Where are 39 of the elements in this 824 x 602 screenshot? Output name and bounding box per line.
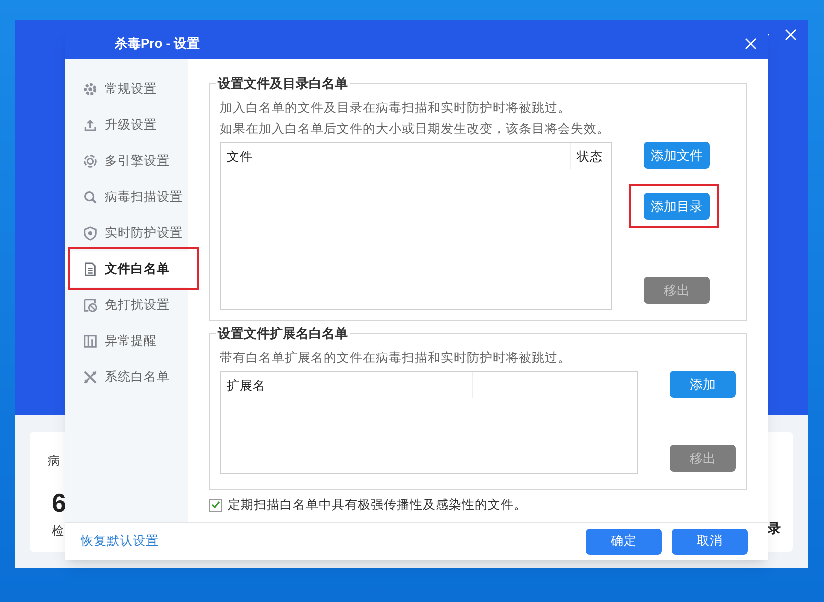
- document-icon: [83, 262, 98, 276]
- section-note: 加入白名单的文件及目录在病毒扫描和实时防护时将被跳过。: [220, 100, 572, 117]
- checkbox[interactable]: [209, 498, 222, 512]
- tools-icon: [83, 370, 98, 384]
- card-label: 病: [48, 453, 60, 470]
- sidebar-item[interactable]: 免打扰设置: [65, 287, 188, 323]
- magnifier-icon: [83, 190, 98, 204]
- sidebar-item[interactable]: 实时防护设置: [65, 215, 188, 251]
- card-caption: 录: [768, 520, 781, 538]
- ring-icon: [83, 154, 98, 168]
- column-header[interactable]: 状态: [571, 143, 611, 169]
- sidebar-item[interactable]: 病毒扫描设置: [65, 179, 188, 215]
- checkbox-label: 定期扫描白名单中具有极强传播性及感染性的文件。: [228, 497, 527, 514]
- cancel-button[interactable]: 取消: [672, 528, 748, 554]
- close-icon[interactable]: [784, 28, 798, 42]
- restore-defaults-link[interactable]: 恢复默认设置: [81, 532, 159, 551]
- bars-icon: [83, 334, 98, 348]
- check-icon: [210, 500, 220, 510]
- sidebar-item[interactable]: 常规设置: [65, 71, 188, 107]
- card-number: 6: [52, 487, 66, 520]
- section-note: 如果在加入白名单后文件的大小或日期发生改变，该条目将会失效。: [220, 121, 611, 138]
- shield-icon: [83, 226, 98, 240]
- add-button[interactable]: 添加目录: [644, 193, 710, 220]
- add-button[interactable]: 添加文件: [644, 142, 710, 169]
- sidebar-item[interactable]: 异常提醒: [65, 323, 188, 359]
- window-title: 杀毒Pro - 设置: [115, 34, 200, 53]
- sidebar-item[interactable]: 系统白名单: [65, 359, 188, 395]
- column-header[interactable]: 扩展名: [221, 372, 473, 398]
- ok-button[interactable]: 确定: [586, 528, 662, 554]
- add-button[interactable]: 添加: [670, 371, 736, 398]
- column-header[interactable]: 文件: [221, 143, 571, 169]
- gear-icon: [83, 82, 98, 96]
- card-caption: 检: [52, 523, 64, 540]
- upload-icon: [83, 118, 98, 132]
- close-icon[interactable]: [744, 36, 758, 50]
- sidebar-item[interactable]: 升级设置: [65, 107, 188, 143]
- sidebar-item[interactable]: 文件白名单: [65, 251, 188, 287]
- sidebar-item[interactable]: 多引擎设置: [65, 143, 188, 179]
- section-note: 带有白名单扩展名的文件在病毒扫描和实时防护时将被跳过。: [220, 350, 572, 367]
